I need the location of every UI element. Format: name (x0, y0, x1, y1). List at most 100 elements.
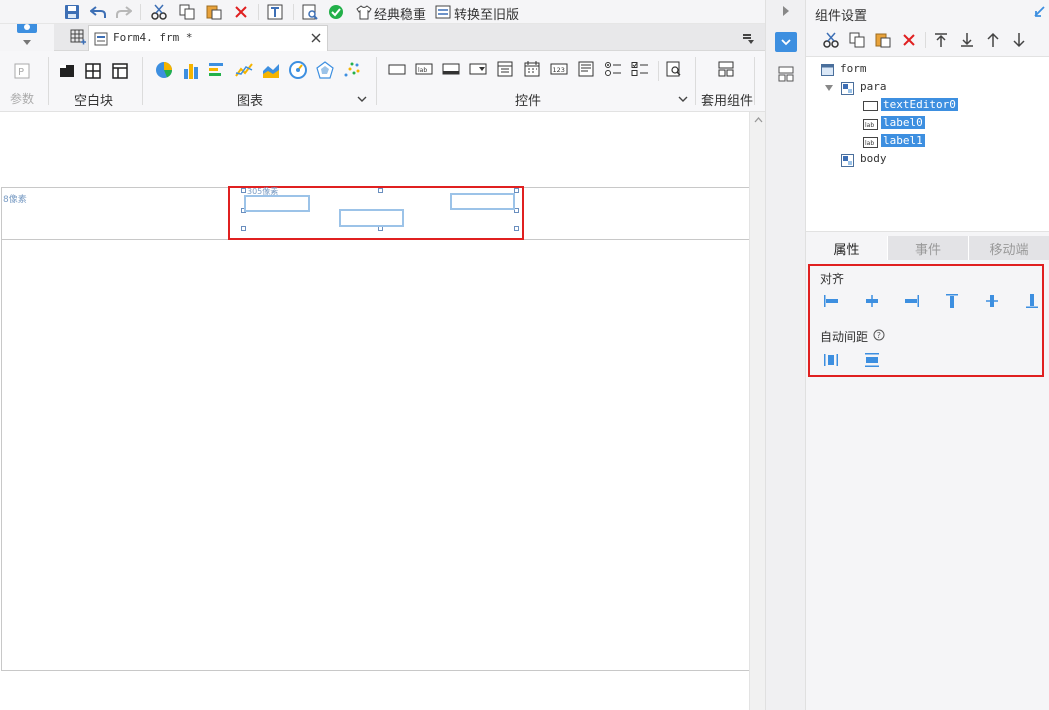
distribute-vertical-icon[interactable] (863, 351, 881, 369)
blank-block-group-label: 空白块 (74, 94, 114, 109)
svg-text:lab: lab (418, 67, 427, 74)
line-chart-icon[interactable] (233, 59, 255, 81)
tab-label: 属性 (833, 242, 860, 258)
number-control-icon[interactable]: 123 (548, 59, 570, 79)
tree-label: label1 (881, 134, 925, 147)
gauge-chart-icon[interactable] (287, 59, 309, 81)
align-center-vertical-icon[interactable] (983, 292, 1001, 310)
label1-widget[interactable] (450, 193, 515, 210)
undo-icon[interactable] (88, 2, 108, 22)
tab-form4[interactable]: Form4. frm * (88, 25, 328, 51)
list-control-icon[interactable] (494, 59, 516, 79)
canvas-scrollbar[interactable] (749, 112, 765, 710)
text-editor-node-icon (862, 99, 878, 113)
tab-events[interactable]: 事件 (887, 236, 968, 260)
paste-icon[interactable] (203, 2, 225, 22)
horizontal-bar-chart-icon[interactable] (206, 59, 228, 81)
resize-handle[interactable] (514, 226, 519, 231)
expand-right-icon[interactable] (779, 4, 793, 18)
text-box-control-icon[interactable] (386, 59, 408, 79)
close-icon[interactable] (309, 31, 323, 45)
radio-group-control-icon[interactable] (602, 59, 624, 79)
radar-chart-icon[interactable] (314, 59, 336, 81)
body-left-border (1, 187, 2, 671)
auto-spacing-title: 自动间距 (820, 330, 869, 344)
quick-toolbar: 经典稳重 转换至旧版 (0, 0, 765, 24)
label-node-icon: lab (862, 135, 878, 149)
classic-theme-label[interactable]: 经典稳重 (374, 4, 426, 23)
template-group-label: 套用组件 (701, 94, 754, 109)
form-file-icon (93, 31, 109, 47)
chart-expand-chevron-icon[interactable] (356, 93, 368, 105)
search-query-control-icon[interactable] (663, 59, 685, 79)
distribute-horizontal-icon[interactable] (822, 351, 840, 369)
textarea-control-icon[interactable] (575, 59, 597, 79)
copy-icon[interactable] (176, 2, 198, 22)
tab-menu-icon[interactable] (740, 30, 756, 46)
help-icon[interactable]: ? (872, 328, 886, 342)
tab-block-icon[interactable] (110, 61, 130, 81)
absolute-block-icon[interactable] (57, 61, 77, 81)
text-editor-widget[interactable] (244, 195, 310, 212)
delete-icon[interactable] (231, 2, 251, 22)
paste-icon[interactable] (873, 30, 893, 50)
align-bottom-icon[interactable] (1023, 292, 1041, 310)
theme-shirt-icon[interactable] (354, 2, 374, 22)
scroll-up-icon[interactable] (752, 114, 764, 126)
cut-icon[interactable] (821, 30, 841, 50)
move-bottom-icon[interactable] (957, 30, 977, 50)
resize-handle[interactable] (241, 188, 246, 193)
pin-check-icon[interactable] (1032, 4, 1048, 20)
component-ribbon: P 参数 空白块 图表 lab 123 控件 套用组件 (0, 51, 765, 112)
align-left-icon[interactable] (822, 292, 840, 310)
tree-label: form (840, 62, 867, 75)
scatter-chart-icon[interactable] (341, 59, 363, 81)
move-up-icon[interactable] (983, 30, 1003, 50)
label0-widget[interactable] (339, 209, 404, 227)
label-control-icon[interactable]: lab (413, 59, 435, 79)
body-bottom-border (1, 670, 749, 671)
pie-chart-icon[interactable] (153, 59, 175, 81)
tab-mobile[interactable]: 移动端 (968, 236, 1049, 260)
align-top-icon[interactable] (943, 292, 961, 310)
convert-old-version-label[interactable]: 转换至旧版 (454, 4, 519, 23)
align-section-title: 对齐 (820, 272, 845, 286)
save-icon[interactable] (62, 2, 82, 22)
resize-handle[interactable] (241, 226, 246, 231)
button-control-icon[interactable] (440, 59, 462, 79)
preview-icon[interactable] (299, 2, 321, 22)
template-component-icon[interactable] (715, 59, 737, 79)
redo-icon[interactable] (114, 2, 134, 22)
bar-chart-icon[interactable] (180, 59, 202, 81)
resize-handle[interactable] (378, 188, 383, 193)
tree-collapse-icon[interactable] (824, 83, 834, 93)
grid-block-icon[interactable] (83, 61, 103, 81)
move-down-icon[interactable] (1009, 30, 1029, 50)
area-chart-icon[interactable] (260, 59, 282, 81)
delete-icon[interactable] (900, 30, 918, 50)
checkbox-group-control-icon[interactable] (629, 59, 651, 79)
component-settings-panel: 组件设置 form para textEditor0 lab label0 la… (806, 0, 1049, 710)
check-icon[interactable] (326, 2, 346, 22)
move-top-icon[interactable] (931, 30, 951, 50)
component-settings-tab-icon[interactable] (775, 32, 797, 52)
align-right-icon[interactable] (903, 292, 921, 310)
control-expand-chevron-icon[interactable] (677, 93, 689, 105)
parameter-icon[interactable]: P (12, 61, 32, 81)
cut-icon[interactable] (148, 2, 170, 22)
convert-icon[interactable] (433, 2, 453, 22)
tab-properties[interactable]: 属性 (806, 236, 887, 260)
layout-panel-icon[interactable] (776, 64, 796, 84)
label-node-icon: lab (862, 117, 878, 131)
side-tool-strip (765, 0, 806, 710)
text-format-icon[interactable] (264, 2, 286, 22)
grid-add-icon[interactable] (68, 27, 88, 47)
design-canvas[interactable]: 8像素 305像素 (0, 112, 765, 710)
date-control-icon[interactable] (521, 59, 543, 79)
control-group-label: 控件 (515, 94, 542, 109)
copy-icon[interactable] (847, 30, 867, 50)
align-center-horizontal-icon[interactable] (863, 292, 881, 310)
combo-box-control-icon[interactable] (467, 59, 489, 79)
tab-label: 移动端 (989, 242, 1029, 258)
chevron-down-icon[interactable] (22, 38, 32, 46)
